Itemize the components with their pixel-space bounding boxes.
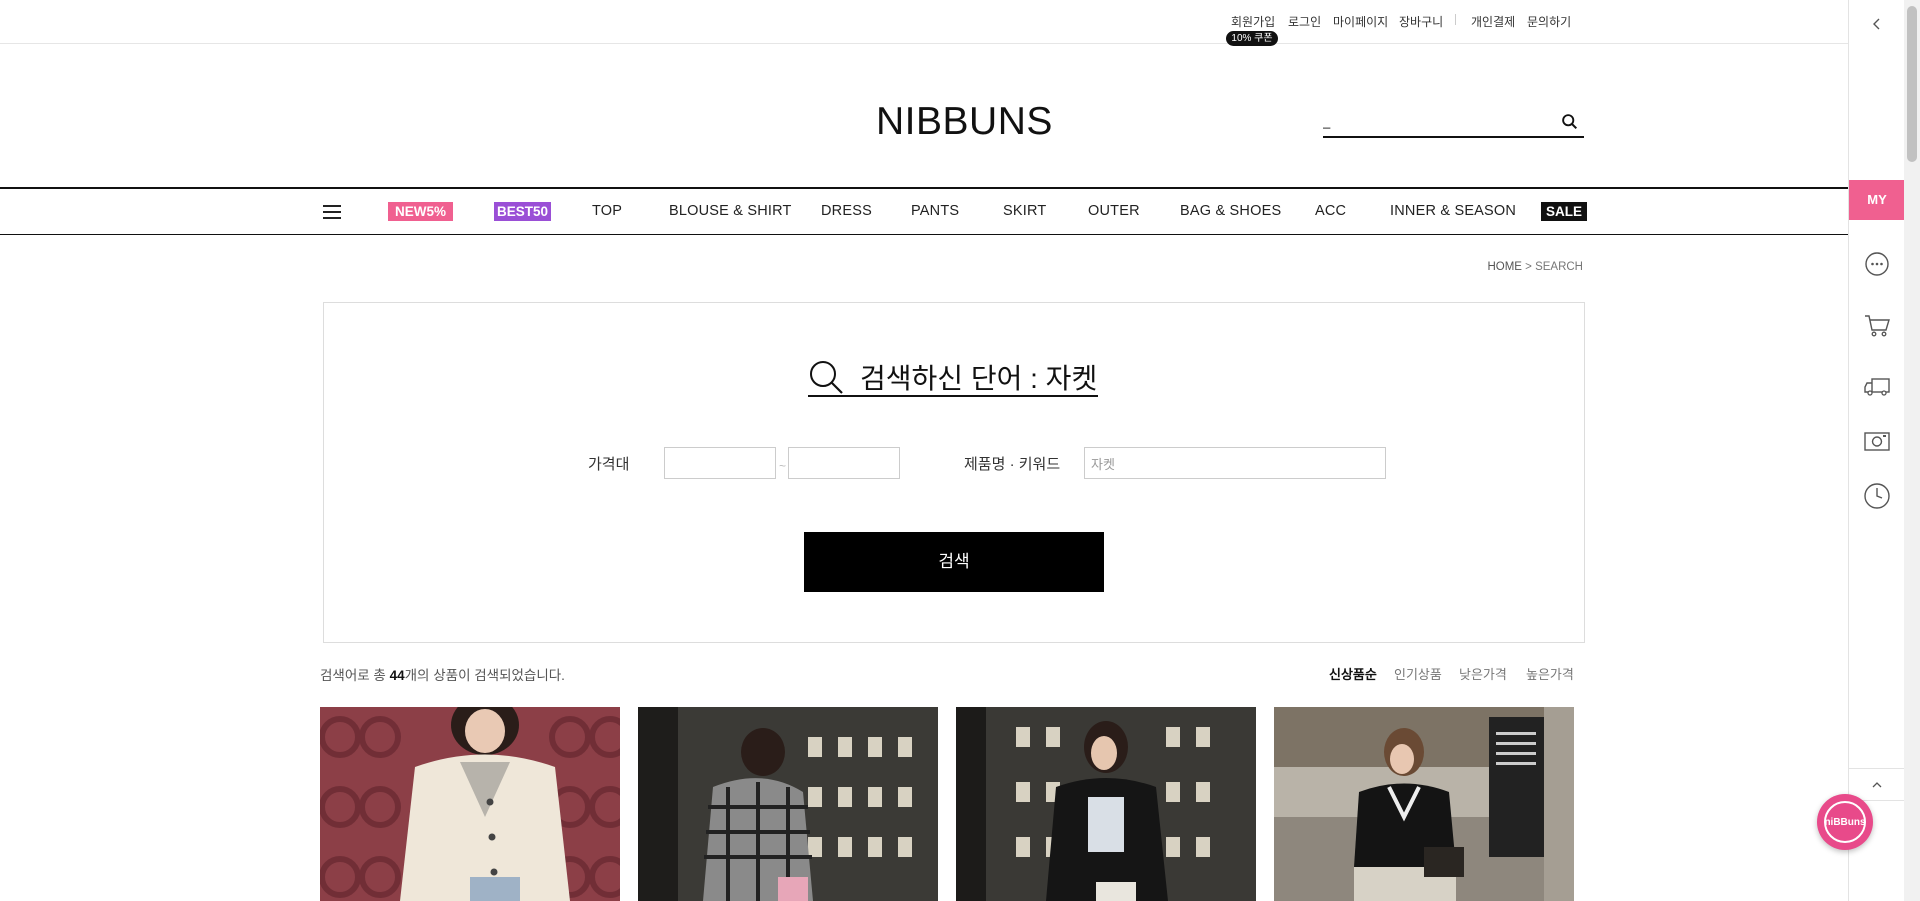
divider	[1455, 14, 1456, 25]
nav-dress[interactable]: DRESS	[821, 203, 872, 219]
keyword-label: 제품명 · 키워드	[964, 456, 1061, 473]
cart-icon[interactable]	[1863, 311, 1891, 339]
search-button[interactable]: 검색	[804, 532, 1104, 592]
sort-newest[interactable]: 신상품순	[1329, 664, 1377, 683]
chat-bubble-icon[interactable]	[1863, 250, 1891, 278]
chat-label: niBBuns	[1824, 817, 1866, 828]
my-button[interactable]: MY	[1849, 180, 1905, 220]
price-separator: ~	[779, 459, 787, 473]
result-number: 44	[389, 668, 405, 683]
nav-blouse-shirt[interactable]: BLOUSE & SHIRT	[669, 203, 792, 219]
nav-pants[interactable]: PANTS	[911, 203, 959, 219]
delivery-truck-icon[interactable]	[1863, 372, 1891, 400]
breadcrumb-home[interactable]: HOME	[1487, 261, 1522, 273]
product-image[interactable]	[956, 707, 1256, 901]
chat-button[interactable]: niBBuns	[1817, 794, 1873, 850]
sort-low-price[interactable]: 낮은가격	[1459, 664, 1507, 683]
nav-sale[interactable]: SALE	[1541, 202, 1588, 221]
search-title-text: 검색하신 단어 : 자켓	[860, 363, 1098, 394]
coupon-badge: 10% 쿠폰	[1226, 31, 1278, 46]
category-nav: NEW5% BEST50 TOP BLOUSE & SHIRT DRESS PA…	[0, 187, 1848, 235]
page-scrollbar[interactable]	[1904, 0, 1920, 901]
product-image[interactable]	[1274, 707, 1574, 901]
magnifier-icon	[810, 361, 843, 394]
header-search-input[interactable]	[1323, 110, 1543, 132]
signup-link[interactable]: 회원가입	[1231, 13, 1275, 30]
breadcrumb-sep: >	[1525, 261, 1532, 273]
search-title: 검색하신 단어 : 자켓	[808, 353, 1098, 397]
price-min-input[interactable]	[665, 448, 775, 478]
keyword-field[interactable]	[1084, 447, 1386, 479]
nav-top[interactable]: TOP	[592, 203, 622, 219]
header-search	[1323, 108, 1584, 138]
breadcrumb-current: SEARCH	[1535, 261, 1583, 273]
search-icon[interactable]	[1561, 113, 1578, 130]
result-suffix: 개의 상품이 검색되었습니다.	[404, 668, 565, 683]
breadcrumb: HOME > SEARCH	[1487, 261, 1583, 273]
page-main: 회원가입 로그인 마이페이지 장바구니 개인결제 문의하기 10% 쿠폰 NIB…	[0, 0, 1848, 901]
clock-recent-icon[interactable]	[1863, 482, 1891, 510]
nav-skirt[interactable]: SKIRT	[1003, 203, 1046, 219]
camera-review-icon[interactable]	[1863, 427, 1891, 455]
nav-acc[interactable]: ACC	[1315, 203, 1346, 219]
nav-inner-season[interactable]: INNER & SEASON	[1390, 203, 1516, 219]
price-max-field[interactable]	[788, 447, 900, 479]
nav-best50[interactable]: BEST50	[494, 202, 552, 221]
product-image[interactable]	[638, 707, 938, 901]
result-prefix: 검색어로 총	[320, 668, 390, 683]
price-min-field[interactable]	[664, 447, 776, 479]
cart-link[interactable]: 장바구니	[1399, 13, 1443, 30]
quick-sidebar: MY	[1848, 0, 1905, 901]
price-max-input[interactable]	[789, 448, 899, 478]
menu-icon[interactable]	[323, 205, 341, 219]
chevron-up-icon	[1872, 782, 1882, 788]
nav-new5[interactable]: NEW5%	[388, 202, 454, 221]
search-panel: 검색하신 단어 : 자켓 가격대 ~ 제품명 · 키워드 검색	[323, 302, 1585, 643]
scrollbar-thumb[interactable]	[1907, 6, 1917, 162]
inquiry-link[interactable]: 문의하기	[1527, 13, 1571, 30]
login-link[interactable]: 로그인	[1288, 13, 1321, 30]
nav-bag-shoes[interactable]: BAG & SHOES	[1180, 203, 1281, 219]
sort-high-price[interactable]: 높은가격	[1526, 664, 1574, 683]
nav-outer[interactable]: OUTER	[1088, 203, 1140, 219]
price-label: 가격대	[588, 456, 630, 473]
sort-popular[interactable]: 인기상품	[1394, 664, 1442, 683]
personal-payment-link[interactable]: 개인결제	[1471, 13, 1515, 30]
result-count: 검색어로 총 44개의 상품이 검색되었습니다.	[320, 664, 565, 684]
site-logo[interactable]: NIBBUNS	[876, 100, 1053, 144]
chevron-left-icon[interactable]	[1869, 16, 1885, 32]
keyword-input[interactable]	[1085, 448, 1385, 478]
product-image[interactable]	[320, 707, 620, 901]
top-utility-bar: 회원가입 로그인 마이페이지 장바구니 개인결제 문의하기 10% 쿠폰	[0, 0, 1848, 46]
mypage-link[interactable]: 마이페이지	[1333, 13, 1388, 30]
